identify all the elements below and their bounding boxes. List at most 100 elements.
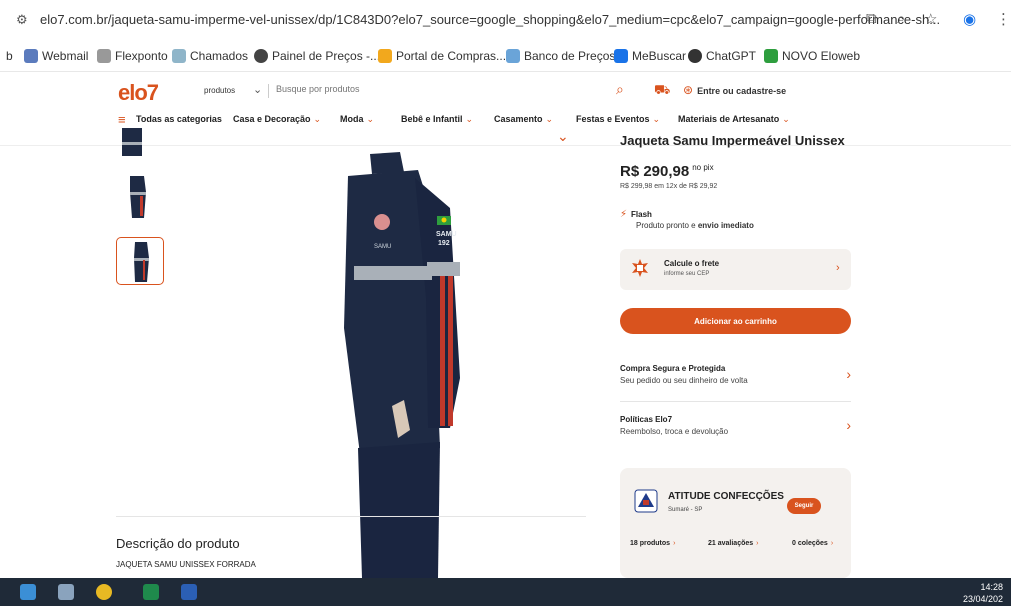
bookmark-painel-precos[interactable]: Painel de Preços -... — [254, 49, 380, 63]
chevron-down-icon: ⌄ — [545, 114, 554, 124]
divider — [620, 401, 851, 402]
word-icon[interactable] — [181, 584, 197, 600]
app-icon[interactable] — [58, 584, 74, 600]
product-price: R$ 290,98 no pix — [620, 163, 714, 180]
mebuscar-icon — [614, 49, 628, 63]
chevron-down-icon: ⌄ — [313, 114, 322, 124]
bookmark-mebuscar[interactable]: MeBuscar — [614, 49, 686, 63]
search-scope-select[interactable]: produtos — [204, 86, 235, 95]
chatgpt-icon — [688, 49, 702, 63]
category-casamento[interactable]: Casamento ⌄ — [494, 114, 553, 125]
installment-info: R$ 299,98 em 12x de R$ 29,92 — [620, 183, 718, 190]
url-field[interactable]: elo7.com.br/jaqueta-samu-imperme-vel-uni… — [40, 12, 940, 27]
bookmark-banco-precos[interactable]: Banco de Preços — [506, 49, 615, 63]
category-all[interactable]: Todas as categorias — [136, 114, 222, 124]
chevron-down-icon: ⌄ — [782, 114, 790, 124]
category-bebe-infantil[interactable]: Bebê e Infantil ⌄ — [401, 114, 473, 125]
chevron-down-icon[interactable]: ⌄ — [253, 83, 262, 96]
shield-icon — [172, 49, 186, 63]
safe-purchase-subtitle: Seu pedido ou seu dinheiro de volta — [620, 376, 748, 385]
chevron-right-icon: › — [846, 417, 851, 433]
chevron-right-icon: › — [673, 540, 676, 547]
policies-subtitle: Reembolso, troca e devolução — [620, 427, 729, 436]
policies-link[interactable]: Políticas Elo7 Reembolso, troca e devolu… — [620, 415, 851, 436]
chevron-down-icon: ⌄ — [465, 114, 474, 124]
system-clock[interactable]: 14:28 23/04/202 — [963, 581, 1003, 605]
seller-collections-link[interactable]: 0 coleções › — [792, 540, 833, 547]
chevron-down-icon: ⌄ — [366, 114, 375, 124]
excel-icon[interactable] — [143, 584, 159, 600]
file-explorer-icon[interactable] — [20, 584, 36, 600]
bookmark-b[interactable]: b — [6, 49, 13, 63]
product-title: Jaqueta Samu Impermeável Unissex — [620, 133, 845, 148]
login-link[interactable]: ⊛ Entre ou cadastre-se — [683, 83, 786, 97]
banco-icon — [506, 49, 520, 63]
package-icon — [632, 259, 648, 277]
category-materiais-artesanato[interactable]: Materiais de Artesanato ⌄ — [678, 114, 790, 125]
elo7-logo[interactable]: elo7 — [118, 80, 159, 106]
add-to-cart-button[interactable]: Adicionar ao carrinho — [620, 308, 851, 334]
svg-text:192: 192 — [438, 240, 450, 247]
taskbar: 14:28 23/04/202 — [0, 578, 1011, 606]
bookmark-chatgpt[interactable]: ChatGPT — [688, 49, 756, 63]
zoom-icon[interactable]: ⌕ — [897, 10, 905, 27]
cart-icon[interactable]: ⛟ — [654, 82, 670, 100]
profile-icon[interactable]: ◉ — [963, 10, 976, 28]
price-suffix: no pix — [692, 163, 714, 172]
chevron-down-icon: ⌄ — [652, 114, 661, 124]
freight-subtitle: informe seu CEP — [664, 271, 710, 277]
search-divider — [268, 84, 269, 98]
freight-calculator[interactable]: Calcule o frete informe seu CEP › — [620, 249, 851, 290]
bookmark-chamados[interactable]: Chamados — [172, 49, 248, 63]
flash-badge: ⚡ Flash — [620, 209, 652, 220]
description-text: JAQUETA SAMU UNISSEX FORRADA — [116, 560, 256, 569]
svg-text:SAMU: SAMU — [436, 231, 457, 238]
category-festas-eventos[interactable]: Festas e Eventos ⌄ — [576, 114, 660, 125]
product-thumbnail-selected[interactable] — [116, 237, 164, 285]
seller-name[interactable]: ATITUDE CONFECÇÕES — [668, 491, 784, 502]
globe-icon — [254, 49, 268, 63]
clock-date: 23/04/202 — [962, 594, 1003, 604]
menu-kebab-icon[interactable]: ⋮ — [996, 10, 1011, 28]
product-thumbnail[interactable] — [116, 172, 164, 220]
follow-button[interactable]: Seguir — [787, 498, 821, 514]
webmail-icon — [24, 49, 38, 63]
policies-title: Políticas Elo7 — [620, 415, 673, 424]
bookmark-portal-compras[interactable]: Portal de Compras... — [378, 49, 506, 63]
hamburger-icon[interactable]: ≡ — [118, 112, 126, 127]
chevron-right-icon: › — [836, 262, 840, 274]
lightning-icon: ⚡ — [620, 209, 628, 220]
search-input[interactable] — [276, 84, 616, 94]
category-moda[interactable]: Moda ⌄ — [340, 114, 374, 125]
search-bar: produtos ⌄ ⌕ — [190, 81, 640, 102]
bookmarks-bar: b Webmail Flexponto Chamados Painel de P… — [0, 40, 1011, 72]
search-icon[interactable]: ⌕ — [616, 81, 624, 98]
star-icon[interactable]: ☆ — [924, 10, 937, 28]
category-casa-decoracao[interactable]: Casa e Decoração ⌄ — [233, 114, 321, 125]
description-heading: Descrição do produto — [116, 536, 240, 551]
compras-icon — [378, 49, 392, 63]
seller-location: Sumaré - SP — [668, 507, 703, 513]
product-thumbnail[interactable] — [116, 128, 164, 160]
clock-time: 14:28 — [980, 582, 1003, 592]
product-main-image[interactable]: SAMU SAMU 192 — [300, 148, 470, 578]
cast-icon[interactable]: ⧉ — [866, 10, 877, 27]
chevron-down-icon[interactable]: ⌄ — [557, 128, 569, 145]
seller-card: ATITUDE CONFECÇÕES Sumaré - SP Seguir 18… — [620, 468, 851, 578]
safe-purchase-title: Compra Segura e Protegida — [620, 364, 726, 373]
bookmark-flexponto[interactable]: Flexponto — [97, 49, 168, 63]
seller-reviews-link[interactable]: 21 avaliações › — [708, 540, 759, 547]
seller-logo[interactable] — [634, 489, 658, 513]
chevron-right-icon: › — [756, 540, 759, 547]
bookmark-webmail[interactable]: Webmail — [24, 49, 88, 63]
safe-purchase-link[interactable]: Compra Segura e Protegida Seu pedido ou … — [620, 364, 851, 385]
freight-title: Calcule o frete — [664, 259, 720, 268]
divider — [116, 516, 586, 517]
bookmark-novo-eloweb[interactable]: NOVO Eloweb — [764, 49, 860, 63]
seller-products-link[interactable]: 18 produtos › — [630, 540, 675, 547]
chrome-icon[interactable] — [96, 584, 112, 600]
site-info-icon[interactable]: ⚙ — [16, 12, 28, 28]
eloweb-icon — [764, 49, 778, 63]
address-bar: ⚙ elo7.com.br/jaqueta-samu-imperme-vel-u… — [0, 0, 1011, 40]
flash-description: Produto pronto e envio imediato — [636, 221, 754, 230]
